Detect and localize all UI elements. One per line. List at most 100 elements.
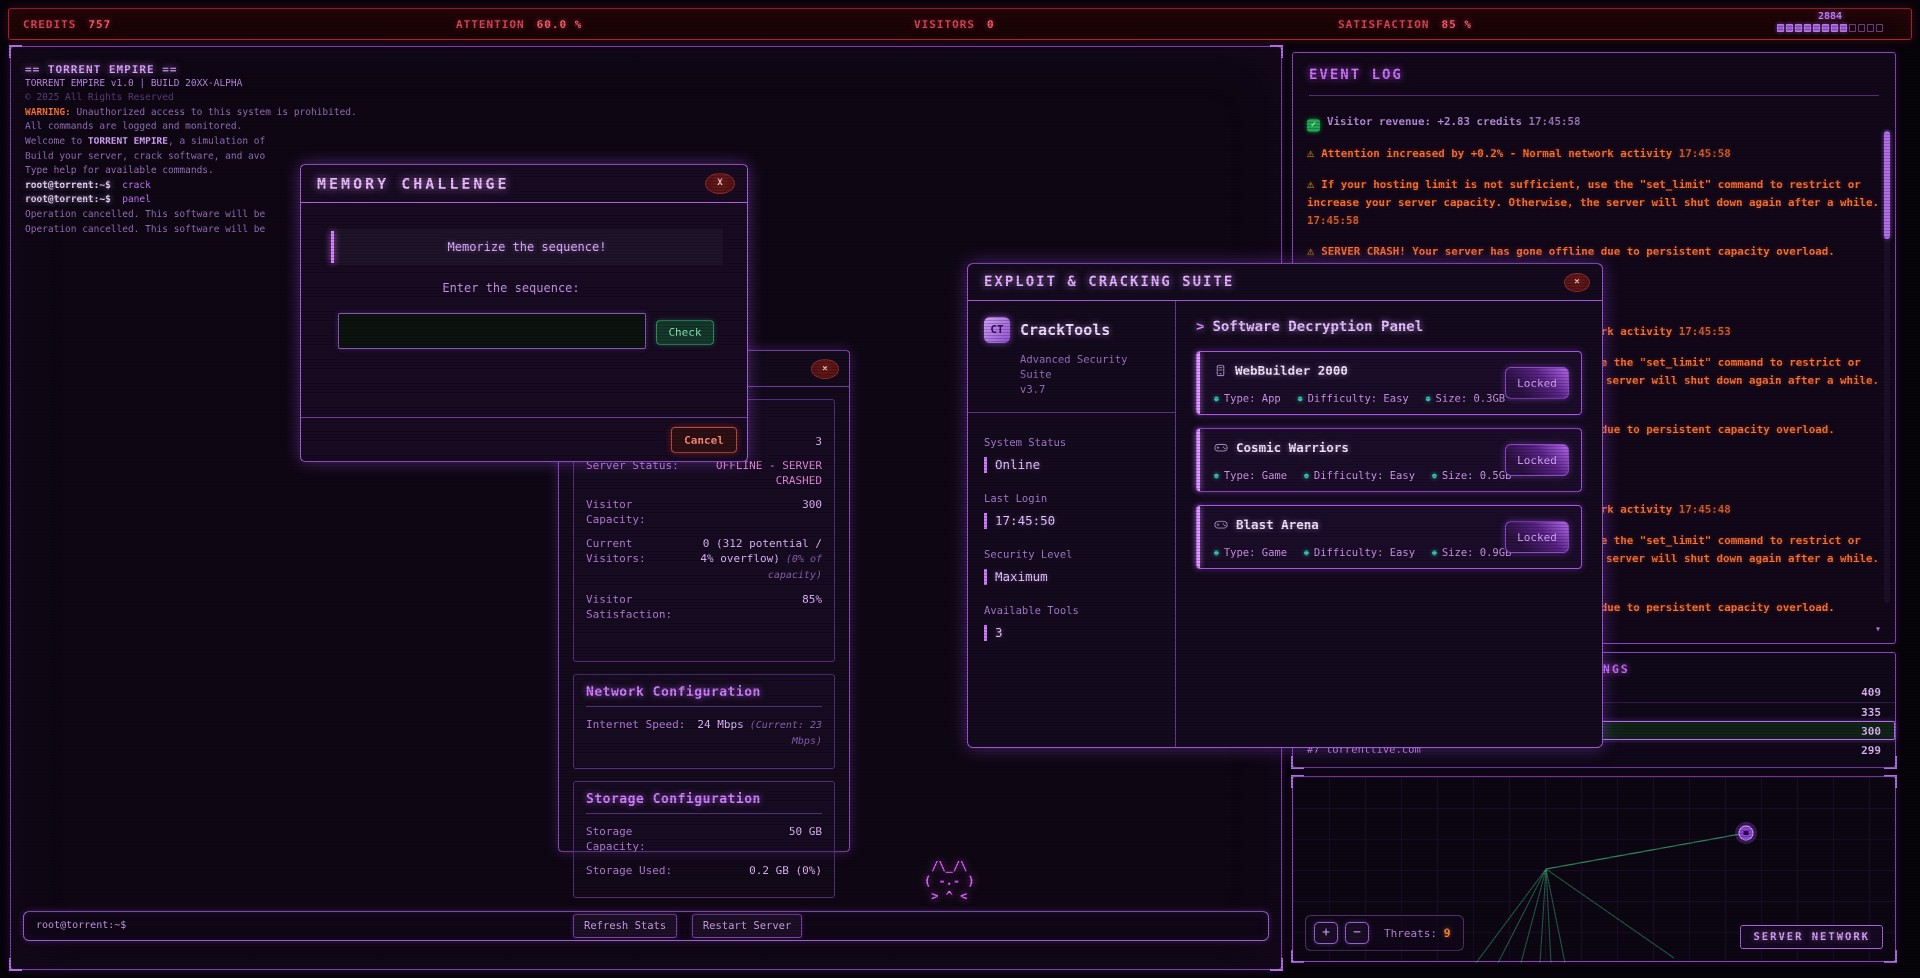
close-icon[interactable]: × xyxy=(1564,273,1590,292)
software-name: Blast Arena xyxy=(1236,517,1319,532)
status-label: VISITORS xyxy=(914,18,975,31)
info-label: Available Tools xyxy=(984,605,1159,617)
stat-label: Current Visitors: xyxy=(586,536,695,583)
sequence-input[interactable] xyxy=(338,313,646,349)
status-label: ATTENTION xyxy=(456,18,525,31)
gamepad-icon xyxy=(1214,518,1228,531)
torrent-empire-app: CREDITS757ATTENTION60.0 %VISITORS0SATISF… xyxy=(0,0,1920,978)
scrollbar-thumb[interactable] xyxy=(1884,131,1890,239)
xp-meter: 2884 xyxy=(1775,11,1885,32)
meta-item: ●Difficulty: Easy xyxy=(1298,393,1409,405)
meter-cell xyxy=(1804,24,1811,32)
status-value: 757 xyxy=(88,18,111,31)
terminal-line: == TORRENT EMPIRE == xyxy=(25,63,1265,78)
bullet-dot-icon: ● xyxy=(1214,471,1219,480)
stat-row: Visitor Capacity: 300 xyxy=(586,497,822,527)
status-value: 60.0 % xyxy=(537,18,583,31)
decryption-panel-title: >Software Decryption Panel xyxy=(1196,319,1582,335)
stat-extra: (Current: 23 Mbps) xyxy=(744,720,822,747)
zoom-in-button[interactable]: + xyxy=(1314,922,1338,944)
info-value: Maximum xyxy=(984,569,1159,585)
meta-item: ●Size: 0.3GB xyxy=(1426,393,1505,405)
terminal-line: Welcome to TORRENT EMPIRE, a simulation … xyxy=(25,136,1265,151)
stat-value: 3 xyxy=(815,434,822,449)
bullet-dot-icon: ● xyxy=(1432,471,1437,480)
stat-value: 24 Mbps (Current: 23 Mbps) xyxy=(690,717,822,749)
log-text: SERVER CRASH! Your server has gone offli… xyxy=(1321,245,1835,258)
stat-value: 50 GB xyxy=(789,824,822,854)
log-entry: ⚠Attention increased by +0.2% - Normal n… xyxy=(1307,144,1887,163)
meter-cell xyxy=(1813,24,1820,32)
sequence-text: Memorize the sequence! xyxy=(331,229,723,265)
bullet-dot-icon: ● xyxy=(1304,471,1309,480)
stat-row: Internet Speed:24 Mbps (Current: 23 Mbps… xyxy=(586,717,822,749)
stat-label: Visitor Satisfaction: xyxy=(586,592,695,622)
stat-value: OFFLINE - SERVER CRASHED xyxy=(690,458,822,488)
stat-label: Visitor Capacity: xyxy=(586,497,695,527)
event-log-scrollbar[interactable] xyxy=(1884,129,1890,603)
sequence-display: Memorize the sequence! xyxy=(331,229,723,265)
stat-value: 0 (312 potential / 4% overflow) (0% of c… xyxy=(695,536,822,583)
memory-modal-title: MEMORY CHALLENGE xyxy=(317,175,510,193)
cracktools-logo-icon: CT xyxy=(984,317,1010,343)
terminal-prompt: root@torrent:~$ xyxy=(36,920,126,931)
meter-cell xyxy=(1822,24,1829,32)
meter-cell xyxy=(1786,24,1793,32)
software-name: WebBuilder 2000 xyxy=(1235,363,1348,378)
terminal-line: TORRENT EMPIRE v1.0 | BUILD 20XX-ALPHA xyxy=(25,78,1265,93)
rank-value: 335 xyxy=(1861,706,1881,719)
map-controls: + − Threats: 9 xyxy=(1305,915,1464,951)
close-icon[interactable]: × xyxy=(811,359,839,379)
network-config-title: Network Configuration xyxy=(586,685,822,707)
locked-button[interactable]: Locked xyxy=(1505,521,1569,553)
app-icon xyxy=(1214,364,1227,377)
ascii-cat: /\_/\ ( -.- ) > ^ < xyxy=(924,859,975,904)
info-value: 3 xyxy=(984,625,1159,641)
meter-cell xyxy=(1795,24,1802,32)
sidebar-info-group: Security Level Maximum xyxy=(984,549,1159,585)
software-card[interactable]: Blast Arena●Type: Game●Difficulty: Easy●… xyxy=(1196,505,1582,569)
memory-challenge-modal: MEMORY CHALLENGE X Memorize the sequence… xyxy=(300,164,748,462)
check-button[interactable]: Check xyxy=(656,320,714,345)
rank-value: 409 xyxy=(1861,686,1881,699)
locked-button[interactable]: Locked xyxy=(1505,367,1569,399)
meta-item: ●Type: App xyxy=(1214,393,1281,405)
status-visitors: VISITORS0 xyxy=(914,18,995,31)
stat-label: Storage Used: xyxy=(586,863,672,878)
software-card[interactable]: WebBuilder 2000 ●Type: App ●Difficulty: Ea… xyxy=(1196,351,1582,415)
stat-value: 85% xyxy=(802,592,822,622)
xp-meter-value: 2884 xyxy=(1775,11,1885,22)
meter-cell xyxy=(1777,24,1784,32)
stat-value: 300 xyxy=(802,497,822,527)
log-timestamp: 17:45:58 xyxy=(1307,214,1359,227)
sidebar-info-group: System StatusOnline xyxy=(984,437,1159,473)
scroll-down-icon[interactable]: ▾ xyxy=(1875,624,1881,635)
status-credits: CREDITS757 xyxy=(23,18,111,31)
cancel-button[interactable]: Cancel xyxy=(671,427,737,453)
rank-value: 300 xyxy=(1861,725,1881,738)
info-label: Security Level xyxy=(984,549,1159,561)
refresh-stats-button[interactable]: Refresh Stats xyxy=(573,914,677,938)
locked-button[interactable]: Locked xyxy=(1505,444,1569,476)
log-entry: ✓Visitor revenue: +2.83 credits 17:45:58 xyxy=(1307,113,1887,132)
exploit-modal-title: EXPLOIT & CRACKING SUITE xyxy=(984,274,1234,290)
stat-label: Internet Speed: xyxy=(586,717,685,749)
log-text: If your hosting limit is not sufficient,… xyxy=(1307,178,1879,209)
meta-item: ●Difficulty: Easy xyxy=(1304,547,1415,559)
software-card[interactable]: Cosmic Warriors●Type: Game●Difficulty: E… xyxy=(1196,428,1582,492)
info-label: System Status xyxy=(984,437,1159,449)
bullet-dot-icon: ● xyxy=(1304,548,1309,557)
stat-row: Server Status:OFFLINE - SERVER CRASHED xyxy=(586,458,822,488)
cracktools-sidebar: CT CrackTools Advanced Security Suite v3… xyxy=(968,301,1176,747)
node-glyph xyxy=(1744,831,1749,835)
log-timestamp: 17:45:48 xyxy=(1679,503,1731,516)
bullet-dot-icon: ● xyxy=(1298,394,1303,403)
zoom-out-button[interactable]: − xyxy=(1345,922,1369,944)
status-attention: ATTENTION 60.0 % xyxy=(456,18,582,31)
restart-server-button[interactable]: Restart Server xyxy=(692,914,803,938)
close-icon[interactable]: X xyxy=(705,173,735,194)
stat-label: Storage Capacity: xyxy=(586,824,695,854)
storage-config-section: Storage Configuration Storage Capacity:5… xyxy=(573,781,835,898)
sequence-cursor xyxy=(331,231,334,263)
meter-cell xyxy=(1840,24,1847,32)
